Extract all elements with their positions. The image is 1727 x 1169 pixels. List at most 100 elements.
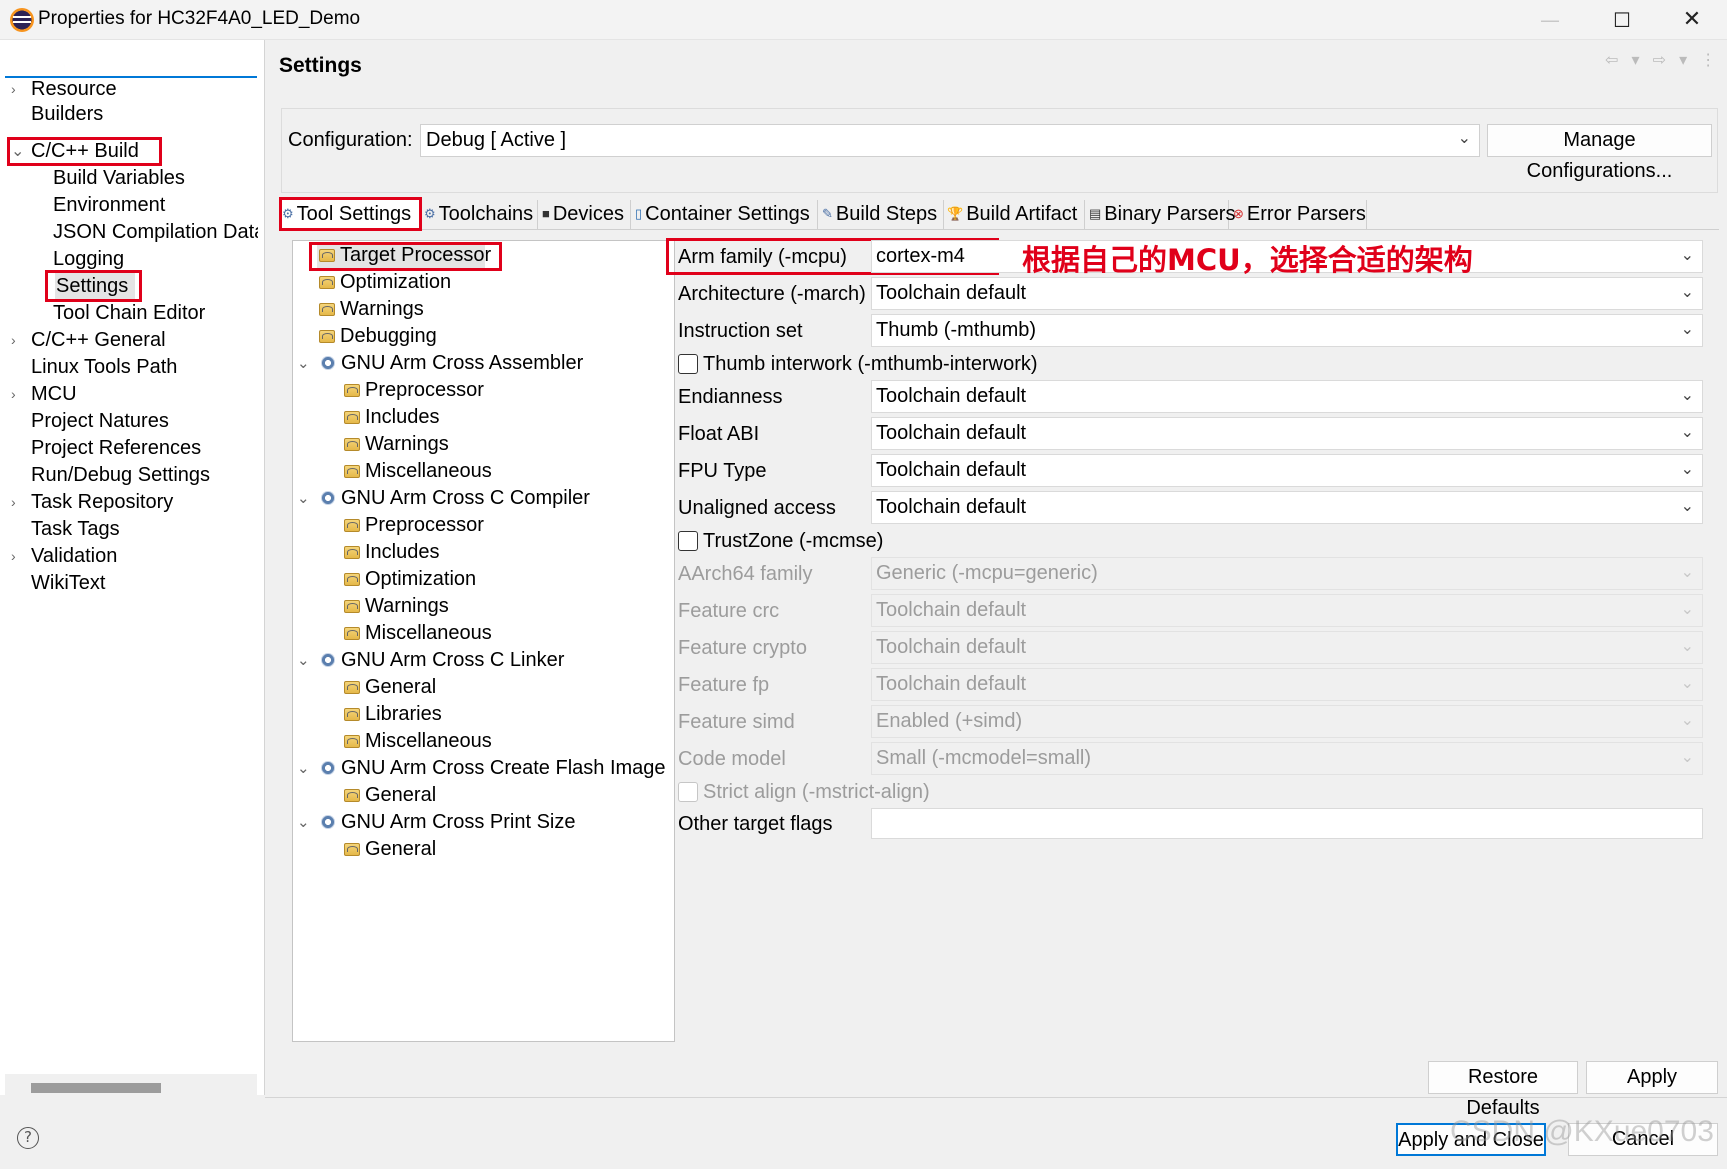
tab-binary-parsers[interactable]: ▤ Binary Parsers <box>1089 200 1235 230</box>
nav-item-mcu[interactable]: › MCU <box>11 381 77 408</box>
architecture-select[interactable]: Toolchain default ⌄ <box>871 277 1703 310</box>
nav-item-json-compilation-data[interactable]: JSON Compilation Data <box>53 219 258 246</box>
tree-item-includes[interactable]: Includes <box>344 539 440 566</box>
tree-item-preprocessor[interactable]: Preprocessor <box>344 377 484 404</box>
tree-item-warnings[interactable]: Warnings <box>344 431 449 458</box>
chevron-right-icon[interactable]: › <box>11 489 25 516</box>
tree-item-miscellaneous[interactable]: Miscellaneous <box>344 728 492 755</box>
gear-icon <box>321 356 335 370</box>
restore-defaults-button[interactable]: Restore Defaults <box>1428 1061 1578 1119</box>
chevron-down-icon[interactable]: ⌄ <box>297 350 311 377</box>
chevron-right-icon[interactable]: › <box>11 381 25 408</box>
tab-build-steps[interactable]: ✎ Build Steps <box>822 200 944 230</box>
tree-item-debugging[interactable]: Debugging <box>319 323 437 350</box>
tree-item-target-processor[interactable]: Target Processor <box>319 242 491 269</box>
unaligned-access-select[interactable]: Toolchain default ⌄ <box>871 491 1703 524</box>
maximize-button[interactable]: ☐ <box>1592 4 1652 36</box>
nav-item-task-tags[interactable]: Task Tags <box>31 516 120 543</box>
nav-item-tool-chain-editor[interactable]: Tool Chain Editor <box>53 300 205 327</box>
folder-icon <box>344 438 360 451</box>
nav-item-builders[interactable]: Builders <box>31 101 103 128</box>
chevron-right-icon[interactable]: › <box>11 327 25 354</box>
tree-item-miscellaneous[interactable]: Miscellaneous <box>344 620 492 647</box>
apply-button[interactable]: Apply <box>1586 1061 1718 1094</box>
nav-item-logging[interactable]: Logging <box>53 246 124 273</box>
nav-item-settings[interactable]: Settings <box>56 273 128 300</box>
tree-item-warnings[interactable]: Warnings <box>319 296 424 323</box>
error-icon: ⊗ <box>1233 206 1244 221</box>
tree-item-miscellaneous[interactable]: Miscellaneous <box>344 458 492 485</box>
horizontal-scrollbar[interactable] <box>5 1074 257 1098</box>
tree-item-flash-image[interactable]: ⌄ GNU Arm Cross Create Flash Image <box>297 755 666 782</box>
folder-icon <box>344 384 360 397</box>
nav-item-wikitext[interactable]: WikiText <box>31 570 105 597</box>
unaligned-access-label: Unaligned access <box>678 497 836 519</box>
nav-item-validation[interactable]: › Validation <box>11 543 117 570</box>
aarch64-family-label: AArch64 family <box>678 563 813 585</box>
chevron-down-icon[interactable]: ⌄ <box>297 647 311 674</box>
tree-item-optimization[interactable]: Optimization <box>344 566 476 593</box>
chevron-down-icon: ⌄ <box>1680 284 1694 301</box>
chevron-down-icon[interactable]: ⌄ <box>297 485 311 512</box>
chevron-down-icon[interactable]: ⌄ <box>297 755 311 782</box>
manage-configurations-button[interactable]: Manage Configurations... <box>1487 124 1712 182</box>
architecture-label: Architecture (-march) <box>678 283 866 305</box>
tree-item-general[interactable]: General <box>344 674 436 701</box>
close-button[interactable]: ✕ <box>1662 4 1722 36</box>
tree-item-c-compiler[interactable]: ⌄ GNU Arm Cross C Compiler <box>297 485 590 512</box>
tab-error-parsers[interactable]: ⊗ Error Parsers <box>1233 200 1367 230</box>
nav-item-linux-tools-path[interactable]: Linux Tools Path <box>31 354 177 381</box>
nav-item-cpp-general[interactable]: › C/C++ General <box>11 327 166 354</box>
trustzone-checkbox[interactable] <box>678 531 698 551</box>
eclipse-app-icon <box>10 8 34 32</box>
tree-item-includes[interactable]: Includes <box>344 404 440 431</box>
thumb-interwork-checkbox[interactable] <box>678 354 698 374</box>
configuration-select[interactable]: Debug [ Active ] ⌄ <box>420 124 1480 157</box>
chevron-right-icon[interactable]: › <box>11 76 25 103</box>
tree-item-warnings[interactable]: Warnings <box>344 593 449 620</box>
feature-fp-label: Feature fp <box>678 674 770 696</box>
nav-item-build-variables[interactable]: Build Variables <box>53 165 185 192</box>
tab-devices[interactable]: ■ Devices <box>542 200 631 230</box>
chevron-down-icon: ⌄ <box>1680 387 1694 404</box>
other-target-flags-input[interactable] <box>871 808 1703 839</box>
instruction-set-select[interactable]: Thumb (-mthumb) ⌄ <box>871 314 1703 347</box>
tree-item-c-linker[interactable]: ⌄ GNU Arm Cross C Linker <box>297 647 564 674</box>
tab-toolchains[interactable]: ⚙ Toolchains <box>424 200 538 230</box>
nav-item-resource[interactable]: › Resource <box>11 76 117 103</box>
chevron-down-icon: ⌄ <box>1457 130 1471 147</box>
tree-item-preprocessor[interactable]: Preprocessor <box>344 512 484 539</box>
float-abi-select[interactable]: Toolchain default ⌄ <box>871 417 1703 450</box>
nav-item-project-natures[interactable]: Project Natures <box>31 408 169 435</box>
folder-icon <box>344 735 360 748</box>
filter-input[interactable] <box>5 48 257 78</box>
trophy-icon: 🏆 <box>947 206 964 221</box>
tree-item-print-size[interactable]: ⌄ GNU Arm Cross Print Size <box>297 809 575 836</box>
tab-container-settings[interactable]: ▯ Container Settings <box>635 200 818 230</box>
chevron-down-icon[interactable]: ⌄ <box>297 809 311 836</box>
tree-item-general[interactable]: General <box>344 836 436 863</box>
tree-item-assembler[interactable]: ⌄ GNU Arm Cross Assembler <box>297 350 583 377</box>
nav-item-task-repository[interactable]: › Task Repository <box>11 489 173 516</box>
endianness-select[interactable]: Toolchain default ⌄ <box>871 380 1703 413</box>
chevron-right-icon[interactable]: › <box>11 543 25 570</box>
tree-item-optimization[interactable]: Optimization <box>319 269 451 296</box>
nav-item-cpp-build[interactable]: ⌄ C/C++ Build <box>11 138 139 165</box>
chevron-down-icon[interactable]: ⌄ <box>11 138 25 165</box>
nav-item-run-debug-settings[interactable]: Run/Debug Settings <box>31 462 210 489</box>
folder-icon <box>344 843 360 856</box>
scrollbar-thumb[interactable] <box>31 1083 161 1093</box>
fpu-type-label: FPU Type <box>678 460 767 482</box>
minimize-button[interactable]: — <box>1520 4 1580 36</box>
tree-item-general[interactable]: General <box>344 782 436 809</box>
nav-item-project-references[interactable]: Project References <box>31 435 201 462</box>
fpu-type-select[interactable]: Toolchain default ⌄ <box>871 454 1703 487</box>
help-icon[interactable]: ? <box>17 1127 39 1149</box>
tree-item-libraries[interactable]: Libraries <box>344 701 442 728</box>
feature-simd-label: Feature simd <box>678 711 795 733</box>
folder-icon <box>344 573 360 586</box>
folder-icon <box>344 600 360 613</box>
tab-build-artifact[interactable]: 🏆 Build Artifact <box>947 200 1085 230</box>
back-forward-nav[interactable]: ⇦ ▾ ⇨ ▾ ⋮ <box>1605 50 1720 69</box>
nav-item-environment[interactable]: Environment <box>53 192 165 219</box>
